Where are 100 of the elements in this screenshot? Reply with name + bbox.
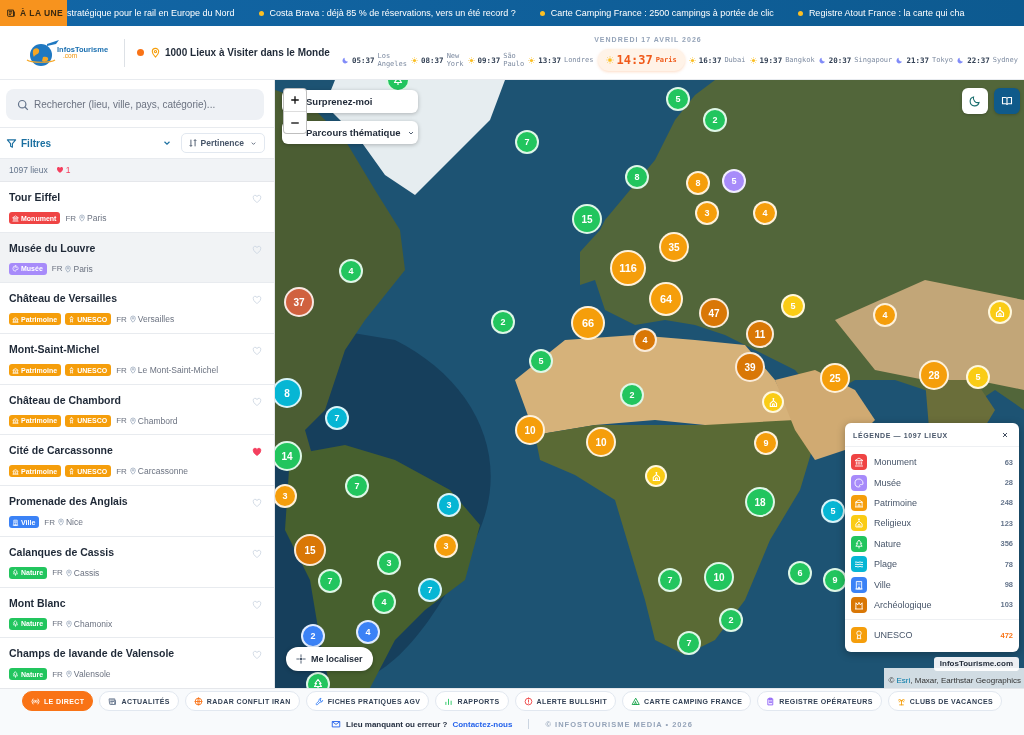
city-name: Versailles <box>137 314 175 325</box>
country-code: FR <box>116 466 127 476</box>
search-icon <box>17 98 29 111</box>
church-icon <box>994 306 1006 318</box>
guide-button[interactable] <box>994 88 1020 114</box>
country-code: FR <box>116 365 127 375</box>
columns-icon <box>12 214 19 222</box>
sun-icon <box>411 56 419 64</box>
locate-me-button[interactable]: Me localiser <box>286 647 373 671</box>
contact-link[interactable]: Contactez-nous <box>452 719 513 729</box>
country-code: FR <box>116 314 127 324</box>
globe-icon <box>193 696 203 706</box>
church-icon <box>650 470 662 482</box>
ticker-headline[interactable]: Carte Camping France : 2500 campings à portée de clic <box>550 8 774 18</box>
clipboard-icon <box>766 696 776 706</box>
headline-label: À LA UNE <box>20 8 64 18</box>
map-pin-icon <box>64 619 73 628</box>
church-icon <box>767 396 779 408</box>
city-name: Cassis <box>73 567 100 578</box>
medal-icon <box>68 315 76 323</box>
heart-icon[interactable] <box>252 447 262 458</box>
legend-label: Religieux <box>874 518 912 529</box>
city-name: Chamonix <box>73 618 113 629</box>
map-pin-icon <box>128 467 137 476</box>
plus-icon <box>290 95 300 105</box>
filters-button[interactable]: Filtres <box>6 137 51 149</box>
book-icon <box>1001 95 1013 107</box>
bullet-dot-icon <box>539 10 545 16</box>
heart-icon[interactable] <box>55 166 64 174</box>
map-pin-icon <box>128 366 137 375</box>
medal-icon <box>68 366 76 374</box>
country-code: FR <box>116 416 127 426</box>
building-icon <box>12 315 19 323</box>
place-name: Promenade des Anglais <box>9 495 128 508</box>
favorites-count: 1 <box>65 165 71 175</box>
city-name: Carcassonne <box>137 466 188 477</box>
results-count: 1097 lieux <box>9 165 48 175</box>
country-code: FR <box>52 619 63 628</box>
search-field[interactable]: Rechercher (lieu, ville, pays, catégorie)... <box>6 89 264 120</box>
place-name: Château de Versailles <box>9 292 117 305</box>
moon-icon <box>896 56 904 64</box>
palette-icon <box>12 265 19 273</box>
city-name: Paris <box>87 213 107 223</box>
broadcast-icon <box>30 696 40 706</box>
newspaper-icon <box>108 696 118 706</box>
newspaper-icon <box>6 8 16 18</box>
country-code: FR <box>52 669 63 679</box>
crosshair-icon <box>296 654 306 664</box>
bar-chart-icon <box>444 696 454 706</box>
legend-label: Ville <box>874 579 891 590</box>
sort-dropdown[interactable]: Pertinence <box>180 133 265 153</box>
legend-label: Archéologique <box>874 599 932 610</box>
clock-time: 14:37 <box>616 53 653 67</box>
building-icon <box>12 417 19 425</box>
place-name: Musée du Louvre <box>9 241 96 254</box>
place-name: Mont Blanc <box>9 596 66 609</box>
map-pin-icon <box>56 518 65 527</box>
page-title: 1000 Lieux à Visiter dans le Monde <box>165 47 330 58</box>
status-dot-icon <box>137 49 144 56</box>
place-name: Champs de lavande de Valensole <box>9 647 175 660</box>
building-icon <box>12 467 19 475</box>
ticker-headline[interactable]: Costa Brava : déjà 85 % de réservations, vers un été record ? <box>269 8 516 18</box>
place-name: Tour Eiffel <box>9 191 61 203</box>
legend-label: Plage <box>874 559 898 570</box>
map-pin-icon <box>78 214 87 222</box>
place-name: Château de Chambord <box>9 393 121 406</box>
ticker-headline[interactable]: Registre Atout France : la carte qui cha <box>808 8 965 18</box>
map-pin-icon <box>128 416 137 425</box>
map-pin-icon <box>64 264 73 273</box>
sun-icon <box>749 56 757 64</box>
city-name: Valensole <box>73 669 111 680</box>
moon-icon <box>957 56 965 64</box>
bullet-dot-icon <box>797 10 803 16</box>
bullet-dot-icon <box>258 10 264 16</box>
palm-tree-icon <box>896 696 906 706</box>
chevron-down-icon <box>250 139 257 147</box>
tree-icon <box>12 569 19 577</box>
tent-icon <box>631 696 641 706</box>
funnel-icon <box>6 137 17 149</box>
country-code: FR <box>51 264 63 274</box>
moon-icon <box>818 56 826 64</box>
ticker-headline[interactable]: stratégique pour le rail en Europe du Nord <box>67 8 235 18</box>
dark-mode-button[interactable] <box>962 88 988 114</box>
legend-label: Musée <box>874 477 901 488</box>
tree-icon <box>12 670 19 678</box>
place-name: Calanques de Cassis <box>9 545 115 558</box>
attribution-text: © Esri, Maxar, Earthstar Geographics <box>888 676 1021 685</box>
contact-prompt: Lieu manquant ou erreur ? <box>346 719 448 729</box>
city-name: Paris <box>73 263 93 274</box>
city-name: Chambord <box>137 415 178 426</box>
sun-icon <box>467 56 475 64</box>
office-building-icon <box>12 518 19 526</box>
sun-icon <box>605 56 614 64</box>
sort-icon <box>187 138 198 148</box>
legend-label: UNESCO <box>874 630 913 641</box>
wrench-icon <box>314 696 324 706</box>
close-icon[interactable] <box>1001 431 1009 439</box>
moon-icon <box>969 95 981 107</box>
legend-label: Monument <box>874 457 917 468</box>
legend-label: Nature <box>874 538 901 549</box>
